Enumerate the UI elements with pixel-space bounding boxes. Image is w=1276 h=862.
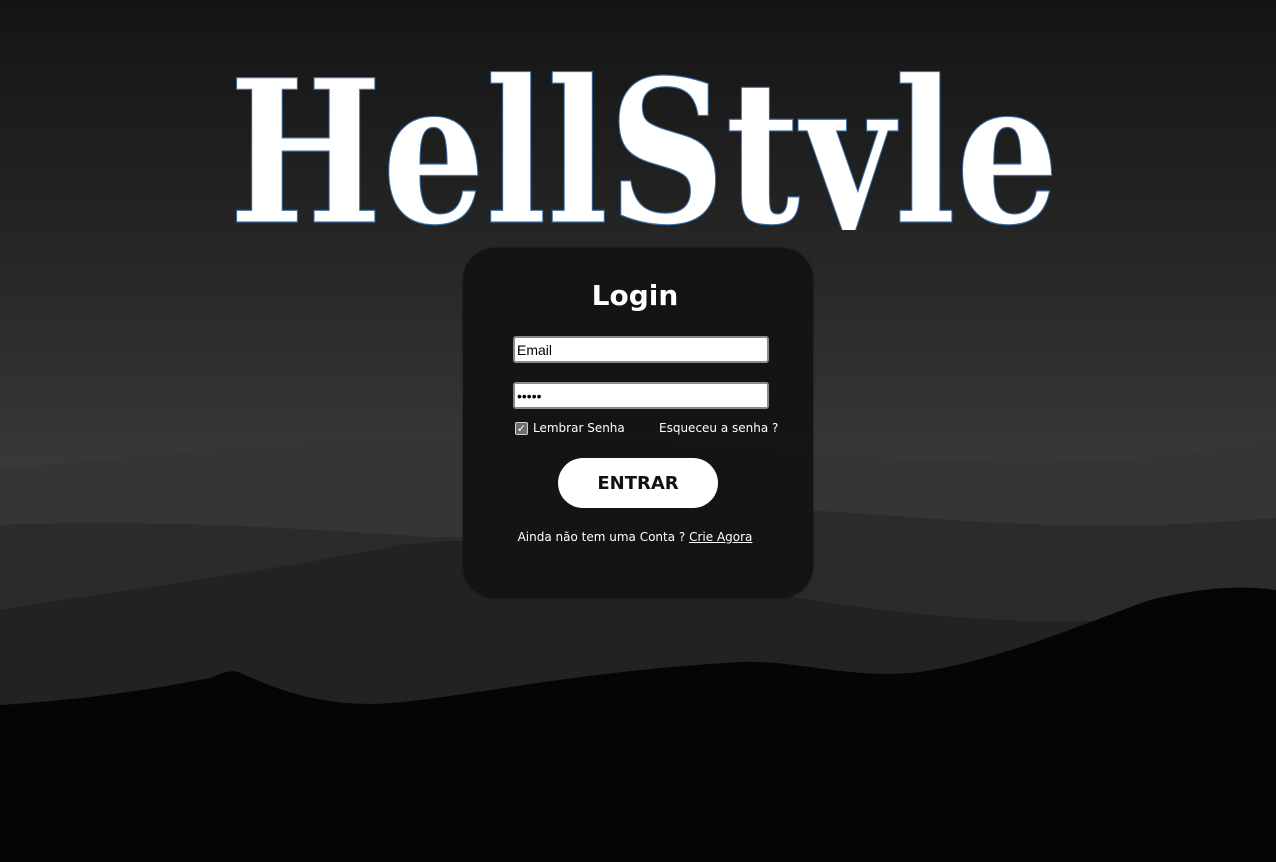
signup-prompt: Ainda não tem uma Conta ? xyxy=(517,530,686,544)
login-page: HellStyle Login ✓ Lembrar Senha Esqueceu… xyxy=(0,0,1276,862)
login-title: Login xyxy=(591,279,679,312)
signup-row: Ainda não tem uma Conta ? Crie Agora xyxy=(463,529,807,545)
signup-link[interactable]: Crie Agora xyxy=(689,530,752,544)
hellstyle-logo: HellStyle xyxy=(228,35,1059,230)
enter-button[interactable]: ENTRAR xyxy=(558,458,718,508)
login-card: Login ✓ Lembrar Senha Esqueceu a senha ?… xyxy=(463,248,813,598)
password-field[interactable] xyxy=(513,382,769,409)
svg-text:HellStyle: HellStyle xyxy=(229,36,1059,230)
checkmark-icon: ✓ xyxy=(516,421,527,435)
remember-password-option[interactable]: ✓ Lembrar Senha xyxy=(515,420,625,436)
remember-label: Lembrar Senha xyxy=(533,421,625,435)
forgot-password-link[interactable]: Esqueceu a senha ? xyxy=(659,420,778,436)
remember-checkbox[interactable]: ✓ xyxy=(515,421,528,435)
email-field[interactable] xyxy=(513,336,769,363)
